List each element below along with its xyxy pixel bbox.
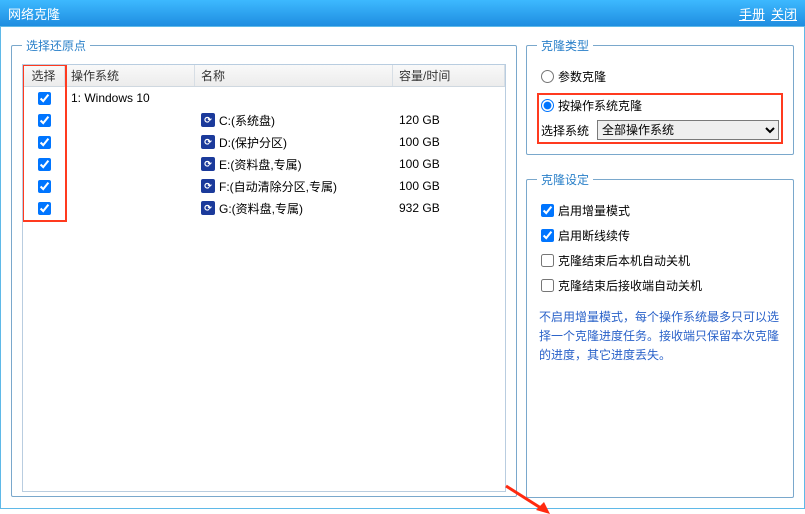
table-row[interactable]: ⟳ G:(资料盘,专属) 932 GB <box>23 197 505 219</box>
disk-icon: ⟳ <box>201 135 215 149</box>
clone-settings-legend: 克隆设定 <box>537 171 593 188</box>
disk-icon: ⟳ <box>201 179 215 193</box>
clone-type-legend: 克隆类型 <box>537 37 593 54</box>
radio-byos-clone-label: 按操作系统克隆 <box>558 97 642 114</box>
disk-icon: ⟳ <box>201 201 215 215</box>
th-name: 名称 <box>195 65 393 86</box>
restore-point-legend: 选择还原点 <box>22 37 90 54</box>
cell-capacity: 100 GB <box>393 157 505 171</box>
th-os: 操作系统 <box>65 65 195 86</box>
restore-point-group: 选择还原点 选择 操作系统 名称 容量/时间 1: Windows 10 ⟳ C:(… <box>11 37 517 497</box>
th-capacity: 容量/时间 <box>393 65 505 86</box>
clone-type-group: 克隆类型 参数克隆 按操作系统克隆 选择系统 全部操作系统 <box>526 37 794 155</box>
radio-byos-clone-input[interactable] <box>541 99 554 112</box>
cell-capacity: 120 GB <box>393 113 505 127</box>
close-button[interactable]: 关闭 <box>771 4 797 23</box>
restore-table: 选择 操作系统 名称 容量/时间 1: Windows 10 ⟳ C:(系统盘) 12… <box>22 64 506 492</box>
table-row[interactable]: ⟳ F:(自动清除分区,专属) 100 GB <box>23 175 505 197</box>
cell-name-text: D:(保护分区) <box>219 134 287 151</box>
cell-name: ⟳ F:(自动清除分区,专属) <box>195 178 393 195</box>
check-shutdown-local[interactable]: 克隆结束后本机自动关机 <box>541 252 783 269</box>
table-row[interactable]: ⟳ D:(保护分区) 100 GB <box>23 131 505 153</box>
select-system-dropdown[interactable]: 全部操作系统 <box>597 120 779 140</box>
cell-name-text: F:(自动清除分区,专属) <box>219 178 337 195</box>
cell-os: 1: Windows 10 <box>65 91 195 105</box>
cell-capacity: 100 GB <box>393 179 505 193</box>
check-shutdown-recv[interactable]: 克隆结束后接收端自动关机 <box>541 277 783 294</box>
row-checkbox[interactable] <box>38 114 51 127</box>
radio-param-clone-label: 参数克隆 <box>558 68 606 85</box>
check-resume[interactable]: 启用断线续传 <box>541 227 783 244</box>
select-system-label: 选择系统 <box>541 122 589 139</box>
cell-name: ⟳ G:(资料盘,专属) <box>195 200 393 217</box>
check-incremental-label: 启用增量模式 <box>558 202 630 219</box>
cell-name-text: C:(系统盘) <box>219 112 275 129</box>
settings-note: 不启用增量模式，每个操作系统最多只可以选择一个克隆进度任务。接收端只保留本次克隆… <box>537 308 783 366</box>
check-resume-label: 启用断线续传 <box>558 227 630 244</box>
check-shutdown-recv-input[interactable] <box>541 279 554 292</box>
cell-capacity: 100 GB <box>393 135 505 149</box>
row-checkbox[interactable] <box>38 136 51 149</box>
manual-button[interactable]: 手册 <box>739 4 765 23</box>
disk-icon: ⟳ <box>201 157 215 171</box>
check-incremental-input[interactable] <box>541 204 554 217</box>
disk-icon: ⟳ <box>201 113 215 127</box>
cell-name: ⟳ D:(保护分区) <box>195 134 393 151</box>
radio-param-clone-input[interactable] <box>541 70 554 83</box>
radio-byos-clone[interactable]: 按操作系统克隆 <box>541 97 779 114</box>
row-checkbox[interactable] <box>38 158 51 171</box>
row-checkbox[interactable] <box>38 92 51 105</box>
cell-capacity: 932 GB <box>393 201 505 215</box>
clone-settings-group: 克隆设定 启用增量模式 启用断线续传 克隆结束后本机自动关机 克隆结束后接收端自… <box>526 171 794 498</box>
th-select: 选择 <box>23 65 65 86</box>
window-titlebar: 网络克隆 手册 关闭 <box>0 0 805 26</box>
row-checkbox[interactable] <box>38 180 51 193</box>
radio-param-clone[interactable]: 参数克隆 <box>541 68 783 85</box>
cell-name: ⟳ C:(系统盘) <box>195 112 393 129</box>
window-body: 选择还原点 选择 操作系统 名称 容量/时间 1: Windows 10 ⟳ C:(… <box>0 26 805 509</box>
row-checkbox[interactable] <box>38 202 51 215</box>
check-resume-input[interactable] <box>541 229 554 242</box>
check-shutdown-local-label: 克隆结束后本机自动关机 <box>558 252 690 269</box>
cell-name-text: G:(资料盘,专属) <box>219 200 303 217</box>
table-row[interactable]: ⟳ C:(系统盘) 120 GB <box>23 109 505 131</box>
table-row[interactable]: ⟳ E:(资料盘,专属) 100 GB <box>23 153 505 175</box>
window-title: 网络克隆 <box>8 4 733 23</box>
cell-name-text: E:(资料盘,专属) <box>219 156 302 173</box>
check-shutdown-recv-label: 克隆结束后接收端自动关机 <box>558 277 702 294</box>
radio-byos-highlight: 按操作系统克隆 选择系统 全部操作系统 <box>537 93 783 144</box>
check-shutdown-local-input[interactable] <box>541 254 554 267</box>
table-row[interactable]: 1: Windows 10 <box>23 87 505 109</box>
table-body: 1: Windows 10 ⟳ C:(系统盘) 120 GB ⟳ D:(保护分区) 100 … <box>23 87 505 219</box>
cell-name: ⟳ E:(资料盘,专属) <box>195 156 393 173</box>
check-incremental[interactable]: 启用增量模式 <box>541 202 783 219</box>
table-header: 选择 操作系统 名称 容量/时间 <box>23 65 505 87</box>
